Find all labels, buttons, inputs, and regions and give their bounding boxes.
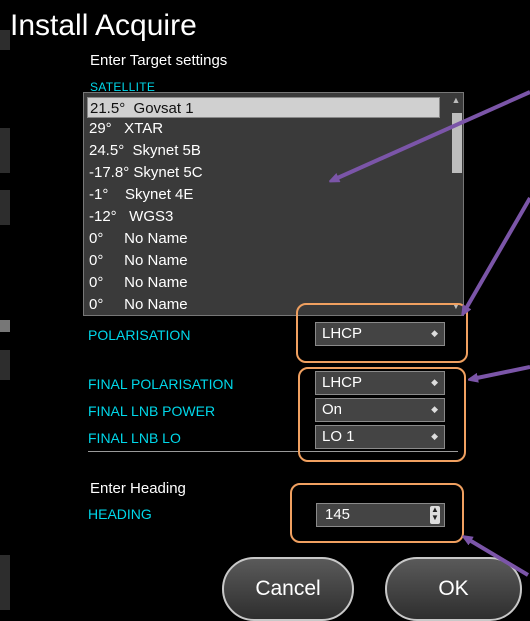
arrow-annotation-icon [333,90,530,180]
arrow-annotation-icon [466,538,530,577]
arrow-annotation-icon [472,365,530,379]
annotation-overlay [0,90,530,577]
arrow-annotation-icon [464,196,530,312]
